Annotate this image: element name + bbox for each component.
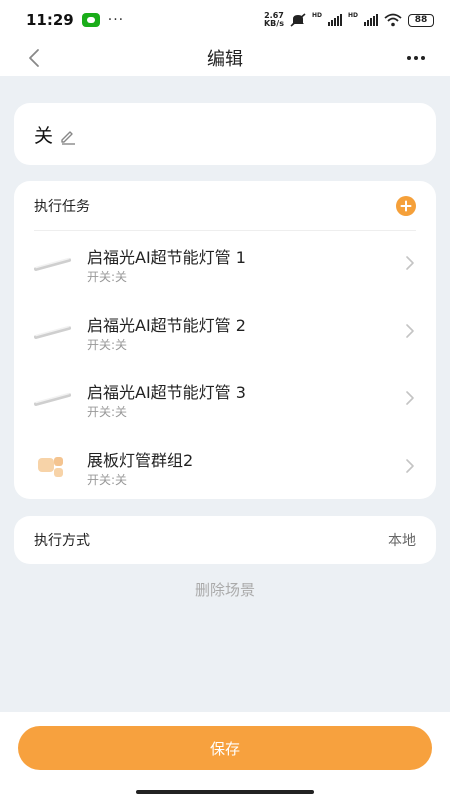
chevron-right-icon: [406, 459, 414, 473]
task-header-title: 执行任务: [34, 198, 90, 215]
light-tube-icon: [34, 257, 71, 271]
device-group-icon: [38, 457, 63, 477]
hd-label-1: HD: [311, 12, 322, 19]
bottom-action-area: 保存: [0, 712, 450, 800]
light-tube-icon: [34, 325, 71, 339]
add-task-button[interactable]: [396, 195, 416, 216]
chevron-right-icon: [406, 324, 414, 338]
signal-icon-2: [364, 14, 378, 26]
execution-mode-row[interactable]: 执行方式 本地: [14, 516, 436, 564]
network-speed-unit: KB/s: [263, 19, 284, 28]
light-tube-icon: [34, 392, 71, 406]
scene-name: 关: [34, 124, 54, 147]
status-right: 2.67 KB/s HD HD 88: [264, 12, 434, 28]
task-device-state: 开关:关: [87, 473, 128, 487]
task-row[interactable]: 启福光AI超节能灯管 1 开关:关: [14, 232, 436, 294]
status-left: 11:29 ···: [26, 11, 124, 29]
task-device-name: 启福光AI超节能灯管 1: [87, 248, 246, 267]
delete-scene-button[interactable]: 删除场景: [0, 579, 450, 601]
execution-mode-value: 本地: [388, 533, 416, 549]
scene-name-card[interactable]: 关: [14, 103, 436, 165]
more-options-icon[interactable]: [404, 46, 428, 70]
task-row[interactable]: 启福光AI超节能灯管 3 开关:关: [14, 367, 436, 429]
task-header: 执行任务: [34, 181, 416, 231]
chevron-right-icon: [406, 256, 414, 270]
task-device-name: 展板灯管群组2: [87, 451, 194, 470]
task-row[interactable]: 展板灯管群组2 开关:关: [14, 435, 436, 497]
nav-bar: 编辑: [0, 40, 450, 76]
task-device-state: 开关:关: [87, 338, 128, 352]
task-device-name: 启福光AI超节能灯管 3: [87, 383, 246, 402]
task-device-state: 开关:关: [87, 270, 128, 284]
network-speed: 2.67 KB/s: [264, 12, 284, 28]
battery-icon: 88: [408, 13, 434, 27]
save-button[interactable]: 保存: [18, 726, 432, 770]
task-device-state: 开关:关: [87, 405, 128, 419]
edit-pencil-icon[interactable]: [59, 127, 77, 145]
home-indicator[interactable]: [136, 790, 314, 794]
execution-mode-label: 执行方式: [34, 533, 90, 549]
wifi-icon: [384, 13, 402, 27]
back-icon[interactable]: [24, 46, 48, 70]
mute-icon: [290, 13, 306, 27]
task-card: 执行任务 启福光AI超节能灯管 1 开关:关 启福光AI超节能灯管 2 开关:关: [14, 181, 436, 499]
more-notifications-icon: ···: [107, 12, 125, 28]
task-device-name: 启福光AI超节能灯管 2: [87, 316, 246, 335]
wechat-notification-icon: [81, 13, 100, 27]
plus-icon: [400, 200, 412, 211]
chevron-right-icon: [406, 391, 414, 405]
status-bar: 11:29 ··· 2.67 KB/s HD HD 88: [0, 0, 450, 40]
status-time: 11:29: [26, 11, 74, 29]
signal-icon-1: [327, 14, 342, 26]
task-row[interactable]: 启福光AI超节能灯管 2 开关:关: [14, 300, 436, 362]
page-title: 编辑: [207, 49, 243, 70]
hd-label-2: HD: [347, 12, 358, 19]
